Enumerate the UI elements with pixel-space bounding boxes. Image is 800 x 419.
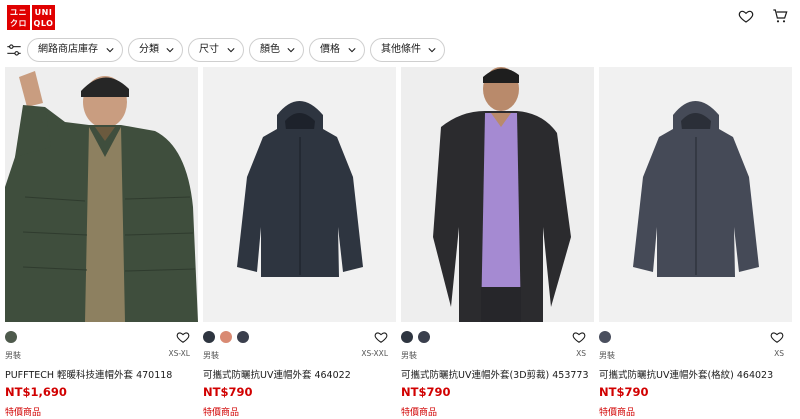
filter-chip-price[interactable]: 價格 [309,38,365,62]
product-image[interactable] [5,67,198,322]
promo-label: 特價商品 [599,408,636,418]
chevron-down-icon [166,48,174,53]
filter-chip-other[interactable]: 其他條件 [370,38,445,62]
product-name[interactable]: 可攜式防曬抗UV連帽外套(格紋) 464023 [599,367,792,381]
product-grid: 男裝 XS-XL PUFFTECH 輕暖科技連帽外套 470118 NT$1,6… [5,67,797,419]
chevron-down-icon [287,48,295,53]
color-swatch[interactable] [401,331,413,343]
product-card[interactable]: 男裝 XS 可攜式防曬抗UV連帽外套(格紋) 464023 NT$790 特價商… [599,67,792,419]
gender-label: 男裝 [599,351,615,360]
product-image[interactable] [203,67,396,322]
heart-icon[interactable] [572,330,586,344]
filter-chip-stock[interactable]: 網路商店庫存 [27,38,123,62]
gender-label: 男裝 [5,351,21,360]
product-name[interactable]: 可攜式防曬抗UV連帽外套(3D剪裁) 453773 [401,367,594,381]
model-green-puffer-jacket [5,67,198,322]
color-swatches [401,331,430,343]
product-name[interactable]: 可攜式防曬抗UV連帽外套 464022 [203,367,396,381]
cart-icon[interactable] [772,8,788,24]
color-swatches [599,331,611,343]
filter-chip-color[interactable]: 顏色 [249,38,304,62]
chevron-down-icon [106,48,114,53]
size-range: XS-XXL [361,349,388,358]
product-price: NT$1,690 [5,385,67,399]
color-swatch[interactable] [203,331,215,343]
product-card[interactable]: 男裝 XS-XXL 可攜式防曬抗UV連帽外套 464022 NT$790 特價商… [203,67,396,419]
product-price: NT$790 [599,385,649,399]
model-black-hooded-jacket [401,67,594,322]
color-swatch[interactable] [5,331,17,343]
filter-settings-icon[interactable] [6,42,22,58]
top-header: ユニ クロ UNI QLO [0,0,800,34]
product-image[interactable] [599,67,792,322]
heart-icon[interactable] [738,8,754,24]
chevron-down-icon [227,48,235,53]
promo-label: 特價商品 [401,408,438,418]
product-card[interactable]: 男裝 XS-XL PUFFTECH 輕暖科技連帽外套 470118 NT$1,6… [5,67,198,419]
size-range: XS [576,349,586,358]
product-price: NT$790 [401,385,451,399]
filter-chip-category[interactable]: 分類 [128,38,183,62]
promo-label: 特價商品 [203,408,240,418]
color-swatches [203,331,249,343]
filter-chip-size[interactable]: 尺寸 [188,38,244,62]
size-range: XS-XL [168,349,190,358]
size-range: XS [774,349,784,358]
checked-hooded-jacket [599,67,792,322]
color-swatches [5,331,17,343]
color-swatch[interactable] [220,331,232,343]
gender-label: 男裝 [401,351,417,360]
chevron-down-icon [428,48,436,53]
product-card[interactable]: 男裝 XS 可攜式防曬抗UV連帽外套(3D剪裁) 453773 NT$790 特… [401,67,594,419]
chevron-down-icon [348,48,356,53]
promo-label: 特價商品 [5,408,42,418]
product-price: NT$790 [203,385,253,399]
product-name[interactable]: PUFFTECH 輕暖科技連帽外套 470118 [5,367,198,381]
uniqlo-logo[interactable]: ユニ クロ UNI QLO [7,5,55,30]
heart-icon[interactable] [176,330,190,344]
color-swatch[interactable] [599,331,611,343]
product-image[interactable] [401,67,594,322]
gender-label: 男裝 [203,351,219,360]
filter-bar: 網路商店庫存 分類 尺寸 顏色 價格 其他條件 [0,38,800,62]
heart-icon[interactable] [374,330,388,344]
color-swatch[interactable] [418,331,430,343]
logo-latin-block: UNI QLO [32,5,55,30]
heart-icon[interactable] [770,330,784,344]
logo-katakana-block: ユニ クロ [7,5,30,30]
navy-hooded-jacket [203,67,396,322]
color-swatch[interactable] [237,331,249,343]
